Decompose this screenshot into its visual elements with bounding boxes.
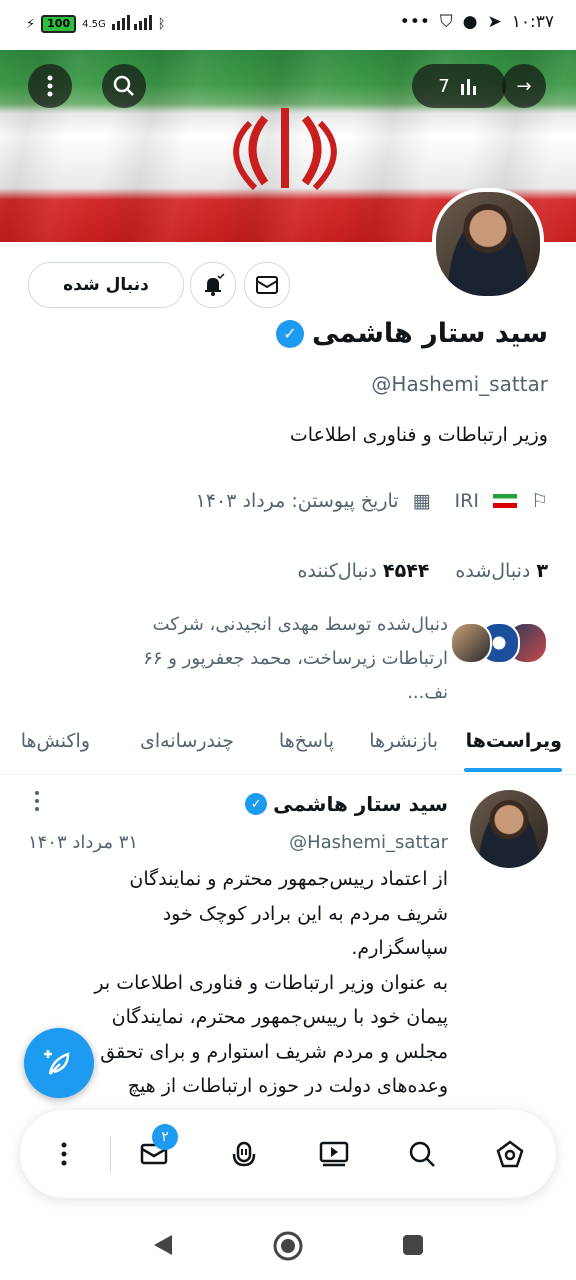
profile-name-text: سید ستار هاشمی (311, 318, 548, 349)
followers-link[interactable]: ۴۵۴۴ دنبال‌کننده (297, 560, 429, 582)
nav-video-button[interactable] (314, 1134, 354, 1174)
system-recents-icon[interactable] (402, 1234, 424, 1256)
network-label: 4.5G (82, 18, 106, 30)
verified-badge-icon: ✓ (245, 793, 268, 815)
followers-count: ۴۵۴۴ (383, 560, 430, 582)
tweet-handle: @Hashemi_sattar (289, 832, 448, 853)
following-label: دنبال‌شده (455, 560, 531, 582)
clock-time: ۱۰:۳۷ (511, 12, 554, 32)
nav-divider (110, 1136, 111, 1172)
system-back-icon[interactable] (152, 1233, 174, 1257)
back-button[interactable]: → (502, 64, 546, 108)
home-icon (496, 1140, 524, 1168)
tab-reposts[interactable]: بازنشرها (369, 730, 438, 752)
signal-icon (111, 14, 152, 34)
tweet-date: ۳۱ مرداد ۱۴۰۳ (28, 832, 139, 853)
nav-search-button[interactable] (402, 1134, 442, 1174)
mail-icon (256, 276, 278, 294)
feather-plus-icon (44, 1050, 70, 1075)
shield-icon: ⛉ (439, 12, 453, 32)
profile-name: سید ستار هاشمی ✓ (275, 318, 548, 349)
avatar (450, 622, 492, 664)
compose-button[interactable] (24, 1028, 94, 1098)
video-play-icon (319, 1141, 349, 1167)
calendar-icon: ▦ (412, 490, 431, 512)
messages-badge: ۲ (152, 1124, 178, 1150)
followers-label: دنبال‌کننده (297, 560, 377, 582)
active-tab-indicator (464, 768, 562, 772)
status-bar: ⚡ 100 4.5G ᛒ ••• ⛉ ● ➤ ۱۰:۳۷ (0, 0, 576, 50)
followed-by-avatars (450, 622, 548, 664)
more-vertical-icon (61, 1142, 67, 1166)
tab-replies[interactable]: پاسخ‌ها (279, 730, 334, 752)
follow-button[interactable]: دنبال شده (28, 262, 184, 308)
verified-badge-icon: ✓ (275, 319, 304, 348)
more-vertical-icon (35, 791, 39, 811)
profile-joined: تاریخ پیوستن: مرداد ۱۴۰۳ (195, 490, 399, 512)
telegram-icon: ➤ (487, 12, 502, 32)
following-count: ۳ (536, 560, 548, 582)
profile-avatar[interactable] (432, 188, 544, 300)
views-count: 7 (438, 75, 450, 97)
more-notifications-icon: ••• (399, 12, 430, 32)
profile-bio: وزیر ارتباطات و فناوری اطلاعات (289, 424, 548, 446)
status-right: ••• ⛉ ● ➤ ۱۰:۳۷ (400, 12, 554, 32)
bottom-nav: ۲ (20, 1110, 556, 1198)
profile-meta: ⚐ IRI ▦ تاریخ پیوستن: مرداد ۱۴۰۳ (196, 490, 548, 512)
more-options-button[interactable] (28, 64, 72, 108)
tab-media[interactable]: چندرسانه‌ای (140, 730, 234, 752)
bluetooth-icon: ᛒ (157, 16, 166, 32)
tweet-avatar[interactable] (470, 790, 548, 868)
search-icon (113, 75, 134, 96)
system-nav-bar (0, 1210, 576, 1280)
follow-counts: ۳ دنبال‌شده ۴۵۴۴ دنبال‌کننده (297, 560, 548, 582)
nav-more-button[interactable] (44, 1134, 84, 1174)
arrow-right-icon: → (516, 75, 532, 97)
tab-likes[interactable]: واکنش‌ها (21, 730, 90, 752)
following-link[interactable]: ۳ دنبال‌شده (455, 560, 548, 582)
charging-icon: ⚡ (26, 16, 36, 32)
tweet-author[interactable]: سید ستار هاشمی ✓ (245, 792, 448, 816)
bell-check-icon (205, 273, 225, 296)
battery-indicator: 100 (41, 15, 77, 33)
profile-handle: @Hashemi_sattar (371, 372, 548, 396)
profile-location: IRI (454, 490, 479, 512)
tweet-author-name: سید ستار هاشمی (273, 792, 448, 816)
microphone-icon (232, 1141, 256, 1167)
tab-posts[interactable]: ویراست‌ها (466, 730, 562, 752)
nav-spaces-button[interactable] (224, 1134, 264, 1174)
flag-outline-icon: ⚐ (530, 490, 548, 512)
emblem-icon (233, 108, 337, 191)
bar-chart-icon (460, 79, 476, 95)
notifications-button[interactable] (190, 262, 236, 308)
nav-home-button[interactable] (490, 1134, 530, 1174)
message-button[interactable] (244, 262, 290, 308)
status-left: ⚡ 100 4.5G ᛒ (26, 14, 166, 34)
search-icon (409, 1141, 435, 1167)
followed-by-text[interactable]: دنبال‌شده توسط مهدی انجیدنی، شرکت ارتباط… (118, 608, 448, 710)
chat-icon: ● (462, 12, 478, 32)
analytics-button[interactable]: 7 (412, 64, 506, 108)
system-home-icon[interactable] (272, 1230, 304, 1262)
profile-tabs: ویراست‌ها بازنشرها پاسخ‌ها چندرسانه‌ای و… (0, 712, 576, 775)
tweet-more-button[interactable] (34, 790, 40, 818)
search-button[interactable] (102, 64, 146, 108)
location-flag-icon (492, 494, 517, 508)
